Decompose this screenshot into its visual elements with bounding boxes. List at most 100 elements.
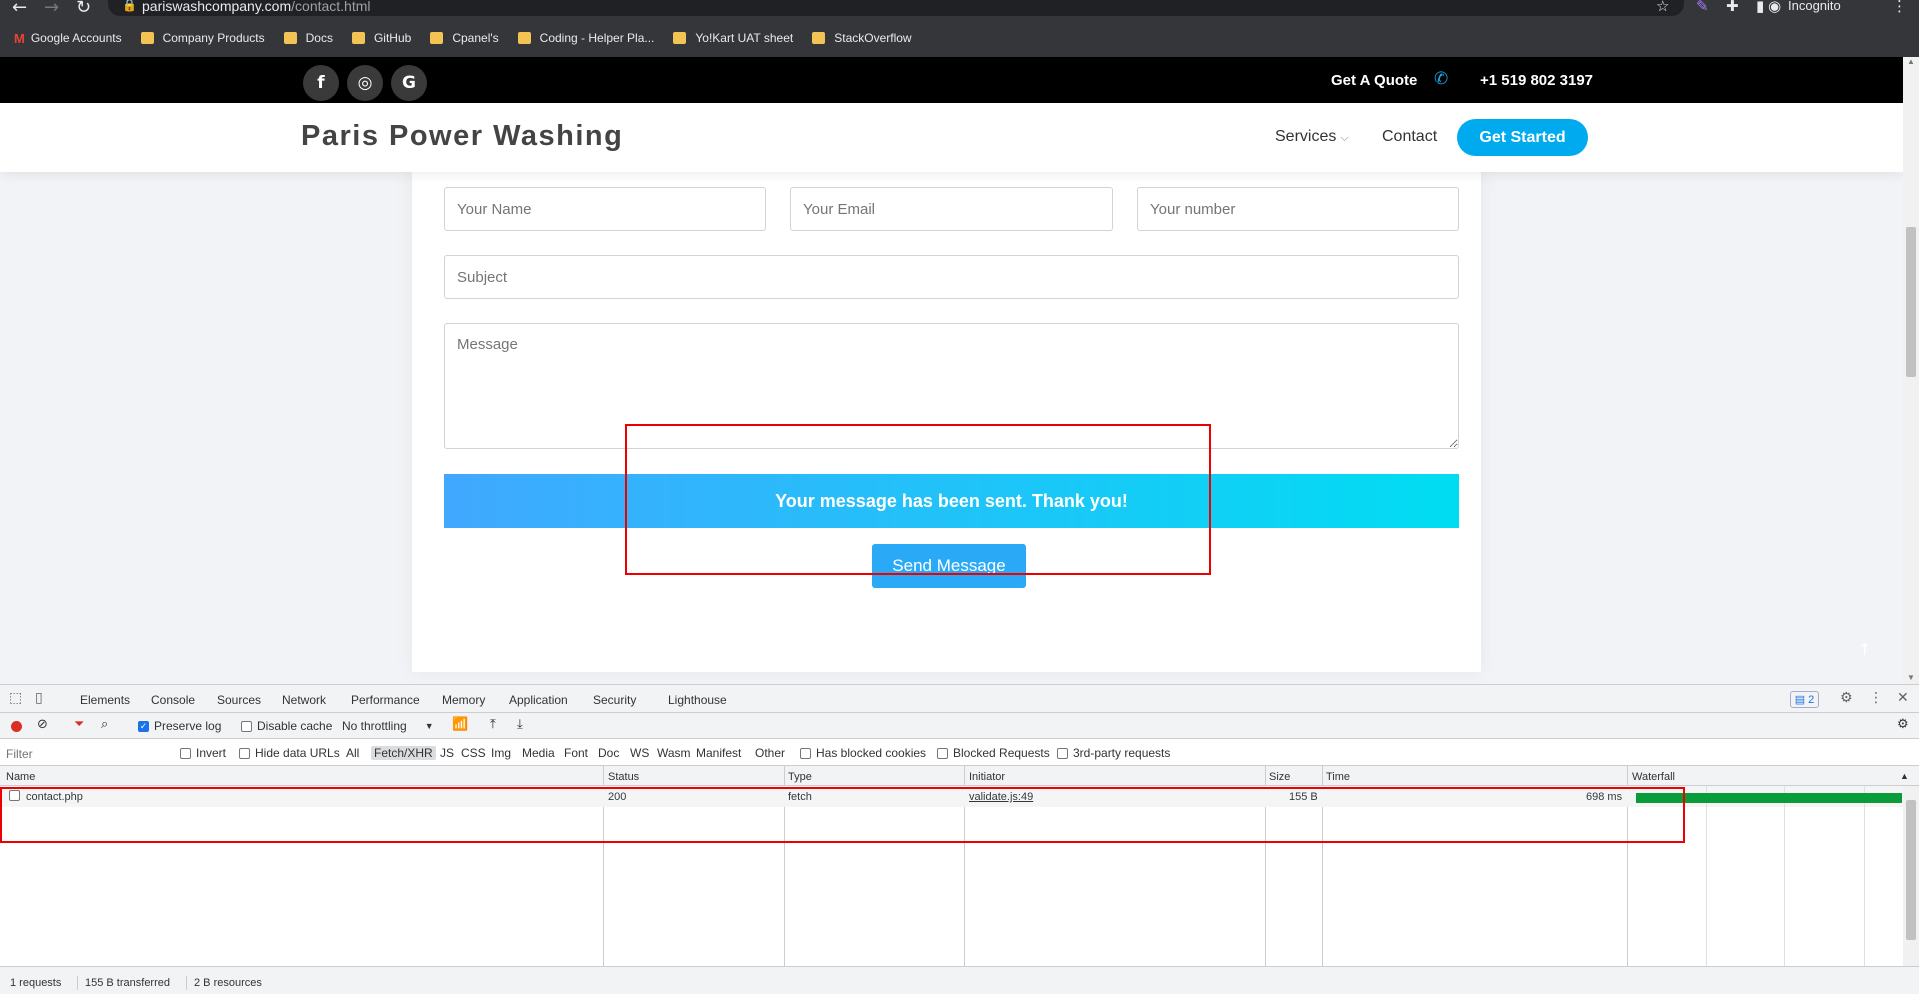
get-a-quote-link[interactable]: Get A Quote [1331,72,1417,89]
type-fetch-xhr[interactable]: Fetch/XHR [371,746,436,760]
url-text[interactable]: pariswashcompany.com/contact.html [142,0,371,14]
back-to-top-icon[interactable]: ↑ [1858,640,1871,659]
side-panel-icon[interactable]: ▮ [1756,0,1764,15]
type-doc[interactable]: Doc [595,746,622,760]
type-manifest[interactable]: Manifest [693,746,744,760]
menu-icon[interactable]: ⋮ [1892,0,1907,15]
subject-input[interactable] [444,255,1459,299]
extension-feather-icon[interactable]: ✎ [1696,0,1709,15]
bookmark-github[interactable]: GitHub [351,31,411,45]
bookmark-stackoverflow[interactable]: StackOverflow [812,31,912,45]
sort-up-icon[interactable]: ▲ [1900,771,1909,781]
star-icon[interactable]: ☆ [1656,0,1669,15]
bookmark-docs[interactable]: Docs [283,31,333,45]
type-media[interactable]: Media [519,746,558,760]
tab-security[interactable]: Security [593,693,636,707]
bookmark-yokart[interactable]: Yo!Kart UAT sheet [673,31,793,45]
bookmark-coding-helper[interactable]: Coding - Helper Pla... [517,31,654,45]
forward-icon[interactable]: → [44,0,59,18]
filter-input[interactable] [6,747,166,761]
tab-lighthouse[interactable]: Lighthouse [668,693,727,707]
column-time[interactable]: Time [1326,771,1350,783]
preserve-log-checkbox[interactable]: ✓ Preserve log [138,719,221,733]
column-size[interactable]: Size [1269,771,1290,783]
scrollbar-thumb[interactable] [1906,227,1916,377]
phone-number[interactable]: +1 519 802 3197 [1480,72,1593,89]
issues-badge[interactable]: ▤ 2 [1790,691,1819,708]
type-other[interactable]: Other [752,746,788,760]
extensions-icon[interactable]: ✚ [1726,0,1739,15]
has-blocked-cookies-checkbox[interactable]: Has blocked cookies [800,746,926,760]
search-icon[interactable]: ⌕ [101,717,108,732]
email-input[interactable] [790,187,1113,231]
google-icon[interactable]: G [391,65,427,101]
type-ws[interactable]: WS [627,746,652,760]
tab-console[interactable]: Console [151,693,195,707]
scroll-down-icon[interactable]: ▼ [1907,673,1915,682]
network-settings-icon[interactable]: ⚙ [1897,717,1909,732]
blocked-requests-checkbox[interactable]: Blocked Requests [937,746,1050,760]
back-icon[interactable]: ← [12,0,27,18]
type-font[interactable]: Font [561,746,591,760]
incognito-label[interactable]: Incognito [1788,0,1841,13]
bookmark-company-products[interactable]: Company Products [140,31,265,45]
column-status[interactable]: Status [608,771,639,783]
bookmark-cpanels[interactable]: Cpanel's [430,31,499,45]
invert-checkbox[interactable]: Invert [180,746,226,760]
more-options-icon[interactable]: ⋮ [1869,690,1883,706]
type-wasm[interactable]: Wasm [654,746,694,760]
bookmark-google-accounts[interactable]: M Google Accounts [14,31,122,46]
dropdown-arrow-icon: ▼ [424,721,434,731]
instagram-icon[interactable]: ◎ [347,65,383,101]
clear-icon[interactable]: ⊘ [37,717,48,732]
checkbox-icon [937,747,948,759]
tab-elements[interactable]: Elements [80,693,130,707]
column-waterfall[interactable]: Waterfall [1632,771,1675,783]
type-css[interactable]: CSS [458,746,489,760]
hide-data-urls-checkbox[interactable]: Hide data URLs [239,746,340,760]
top-bar: f ◎ G Get A Quote ✆ +1 519 802 3197 [0,57,1903,103]
throttling-select[interactable]: No throttling ▼ [342,719,434,733]
lock-icon[interactable]: 🔒 [122,0,137,12]
nav-contact[interactable]: Contact [1382,128,1437,146]
devtools-panel: ⬚ ▯ Elements Console Sources Network Per… [0,684,1919,994]
tab-network[interactable]: Network [282,693,327,715]
column-type[interactable]: Type [788,771,812,783]
folder-icon [430,32,444,44]
column-name[interactable]: Name [6,771,35,783]
network-conditions-icon[interactable]: 📶 [452,717,468,732]
third-party-checkbox[interactable]: 3rd-party requests [1057,746,1170,760]
page-viewport: f ◎ G Get A Quote ✆ +1 519 802 3197 Pari… [0,57,1903,684]
record-icon[interactable] [11,721,22,732]
close-icon[interactable]: ✕ [1897,690,1909,706]
filter-icon[interactable]: ⏷ [74,717,84,732]
reload-icon[interactable]: ↻ [76,0,91,18]
column-initiator[interactable]: Initiator [969,771,1005,783]
tab-memory[interactable]: Memory [442,693,485,707]
device-toolbar-icon[interactable]: ▯ [35,690,43,706]
page-scrollbar[interactable]: ▲ ▼ [1903,57,1919,684]
nav-services[interactable]: Services ⌵ [1275,128,1349,146]
requests-count: 1 requests [10,977,62,989]
facebook-icon[interactable]: f [303,65,339,101]
incognito-icon[interactable]: ◉ [1768,0,1781,15]
inspect-icon[interactable]: ⬚ [9,690,22,706]
requests-scrollbar[interactable] [1903,786,1919,966]
get-started-button[interactable]: Get Started [1457,119,1588,156]
type-js[interactable]: JS [437,746,457,760]
tab-performance[interactable]: Performance [351,693,420,707]
tab-sources[interactable]: Sources [217,693,261,707]
brand-logo[interactable]: Paris Power Washing [301,120,623,153]
number-input[interactable] [1137,187,1459,231]
import-har-icon[interactable]: ⤒ [490,717,496,732]
type-img[interactable]: Img [488,746,514,760]
type-all[interactable]: All [343,746,362,760]
name-input[interactable] [444,187,766,231]
scroll-up-icon[interactable]: ▲ [1907,57,1915,66]
export-har-icon[interactable]: ⤓ [517,717,523,732]
scrollbar-thumb[interactable] [1906,800,1916,940]
tab-application[interactable]: Application [509,693,568,707]
settings-gear-icon[interactable]: ⚙ [1840,690,1853,706]
disable-cache-checkbox[interactable]: Disable cache [241,719,332,733]
devtools-tabbar: ⬚ ▯ Elements Console Sources Network Per… [0,685,1919,715]
